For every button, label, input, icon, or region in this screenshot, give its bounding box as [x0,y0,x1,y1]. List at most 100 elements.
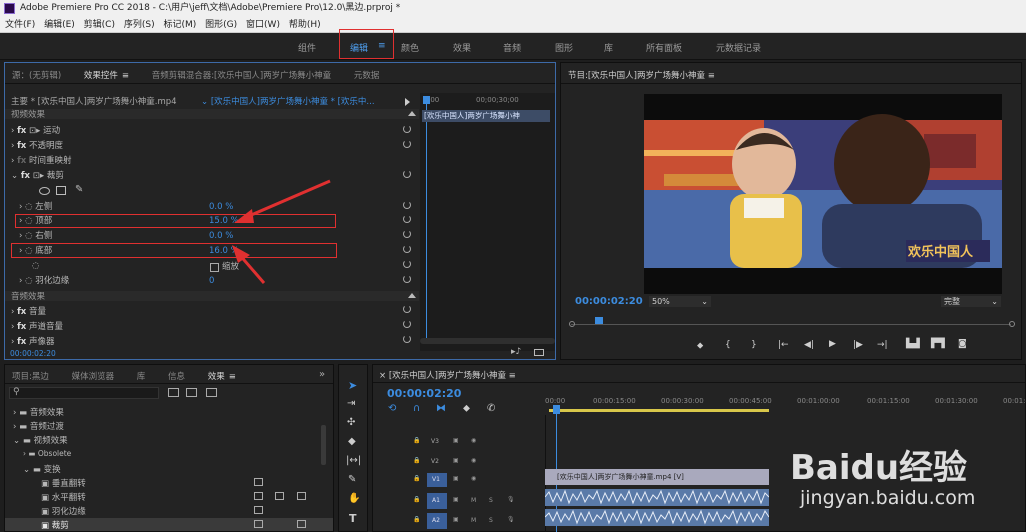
pen-tool-icon[interactable]: ✎ [348,474,356,485]
tab-source[interactable]: 源：(无剪辑) [12,71,61,81]
effect-crop-row[interactable]: ⌄ fx ⊡▸ 裁剪 [11,169,64,183]
playhead-icon[interactable] [423,96,430,104]
wrench-icon[interactable]: ✆ [487,403,495,414]
feather-value[interactable]: 0 [209,274,214,288]
lock-icon[interactable]: 🔒 [413,496,420,503]
audio-clip-a1[interactable] [545,489,769,506]
menu-graphics[interactable]: 图形(G) [205,20,237,30]
mini-timeline-scrollbar[interactable] [420,338,555,344]
work-area-bar[interactable] [549,409,769,412]
close-icon[interactable]: × [379,371,389,381]
reset-icon[interactable] [403,320,411,328]
type-tool-icon[interactable]: T [349,512,357,525]
collapse-arrow-icon[interactable]: ⌄ [11,171,21,181]
microphone-icon[interactable]: 🎙 [507,516,515,523]
workspace-assembly[interactable]: 组件 [298,41,316,54]
reset-icon[interactable] [403,215,411,223]
nest-sequence-icon[interactable]: ⟲ [388,403,396,414]
workspace-effects[interactable]: 效果 [453,41,471,54]
sync-lock-icon[interactable]: ▣ [453,437,459,444]
step-back-icon[interactable]: ◀| [804,340,814,350]
zoom-handle-left[interactable] [569,321,575,327]
add-marker-icon[interactable]: ⬥ [463,403,470,414]
effects-search-input[interactable]: ⚲ [9,387,159,399]
lock-icon[interactable]: 🔒 [413,437,420,444]
menu-sequence[interactable]: 序列(S) [124,20,155,30]
panel-menu-icon[interactable]: ≡ [708,71,715,81]
mute-button[interactable]: M [471,517,476,524]
tree-crop[interactable]: ▣ 裁剪 [41,519,69,531]
tree-video-effects[interactable]: ⌄ ▬ 视频效果 [13,434,68,446]
audio-clip-a2[interactable] [545,509,769,526]
effect-controls-timecode[interactable]: 00:00:02:20 [10,349,56,358]
stopwatch-icon[interactable]: ◌ [25,276,35,286]
menu-file[interactable]: 文件(F) [5,20,35,30]
crop-right-row[interactable]: › ◌ 右侧 [19,229,52,243]
microphone-icon[interactable]: 🎙 [507,496,515,503]
workspace-color[interactable]: 颜色 [401,41,419,54]
track-a1-header[interactable]: 🔒 A1 ▣ M S 🎙 [381,491,543,511]
pen-mask-icon[interactable]: ✎ [75,184,83,195]
stopwatch-icon[interactable]: ◌ [25,202,35,212]
mark-in-icon[interactable]: { [725,340,731,350]
tree-horizontal-flip[interactable]: ▣ 水平翻转 [41,491,86,503]
tree-audio-effects[interactable]: › ▬ 音频效果 [13,406,64,418]
tab-effects[interactable]: 效果 ≡ [208,372,236,382]
hand-tool-icon[interactable]: ✋ [348,493,360,504]
linked-selection-icon[interactable]: ⧓ [436,403,446,414]
collapse-up-icon[interactable] [408,293,416,298]
menu-help[interactable]: 帮助(H) [289,20,321,30]
export-frame-icon[interactable]: ◙ [958,339,967,349]
effect-panner-row[interactable]: › fx 声像器 [11,335,55,349]
solo-button[interactable]: S [489,517,493,524]
mark-out-icon[interactable]: } [751,340,757,350]
eye-icon[interactable]: ◉ [471,437,476,444]
eye-icon[interactable]: ◉ [471,457,476,464]
tab-menu-icon[interactable]: ≡ [122,71,129,81]
go-to-in-icon[interactable]: |← [778,340,789,350]
tree-audio-transitions[interactable]: › ▬ 音频过渡 [13,420,64,432]
add-marker-icon[interactable]: ⬥ [697,341,703,351]
menu-window[interactable]: 窗口(W) [246,20,280,30]
zoom-handle-right[interactable] [1009,321,1015,327]
collapse-up-icon[interactable] [408,111,416,116]
ellipse-mask-icon[interactable] [39,187,50,195]
tree-vertical-flip[interactable]: ▣ 垂直翻转 [41,477,86,489]
quality-dropdown[interactable]: 完整 ⌄ [941,296,1001,307]
program-monitor-title[interactable]: 节目:[欢乐中国人]两岁广场舞小神童 ≡ [568,69,715,81]
solo-button[interactable]: S [489,497,493,504]
workspace-metadata-logging[interactable]: 元数据记录 [716,41,761,54]
razor-tool-icon[interactable]: ◆ [348,436,356,447]
program-timecode[interactable]: 00:00:02:20 [575,296,643,307]
stopwatch-icon[interactable]: ◌ [25,231,35,241]
yuv-effects-icon[interactable] [206,388,217,397]
reset-icon[interactable] [403,201,411,209]
stopwatch-icon[interactable]: ◌ [32,261,39,271]
track-name-v1[interactable]: V1 [427,473,447,487]
mute-button[interactable]: M [471,497,476,504]
rectangle-mask-icon[interactable] [56,186,66,195]
sequence-clip-dropdown[interactable]: ⌄ [欢乐中国人]两岁广场舞小神童 * [欢乐中... [201,95,375,109]
go-to-out-icon[interactable]: →| [877,340,888,350]
sync-lock-icon[interactable]: ▣ [453,457,459,464]
lock-icon[interactable]: 🔒 [413,457,420,464]
effect-time-remap-row[interactable]: › fx 时间重映射 [11,154,72,168]
timeline-tab[interactable]: × [欢乐中国人]两岁广场舞小神童 ≡ [379,369,516,381]
play-only-audio-icon[interactable] [405,98,410,106]
panel-menu-icon[interactable]: ≡ [509,371,516,381]
step-forward-icon[interactable]: |▶ [853,340,863,350]
extract-icon[interactable]: ▛▜ [931,339,945,349]
workspace-libraries[interactable]: 库 [604,41,613,54]
effect-motion-row[interactable]: › fx ⊡▸ 运动 [11,124,60,138]
timeline-timecode[interactable]: 00:00:02:20 [387,387,461,400]
sync-lock-icon[interactable]: ▣ [453,496,459,503]
video-clip[interactable]: [欢乐中国人]两岁广场舞小神童.mp4 [V] [545,469,769,485]
track-a2-header[interactable]: 🔒 A2 ▣ M S 🎙 [381,511,543,531]
tab-menu-icon[interactable]: ≡ [229,372,236,382]
reset-icon[interactable] [403,245,411,253]
sync-lock-icon[interactable]: ▣ [453,475,459,482]
effects-scrollbar[interactable] [321,425,326,465]
lock-icon[interactable]: 🔒 [413,516,420,523]
reset-icon[interactable] [403,305,411,313]
play-icon[interactable]: ▶ [829,339,836,349]
